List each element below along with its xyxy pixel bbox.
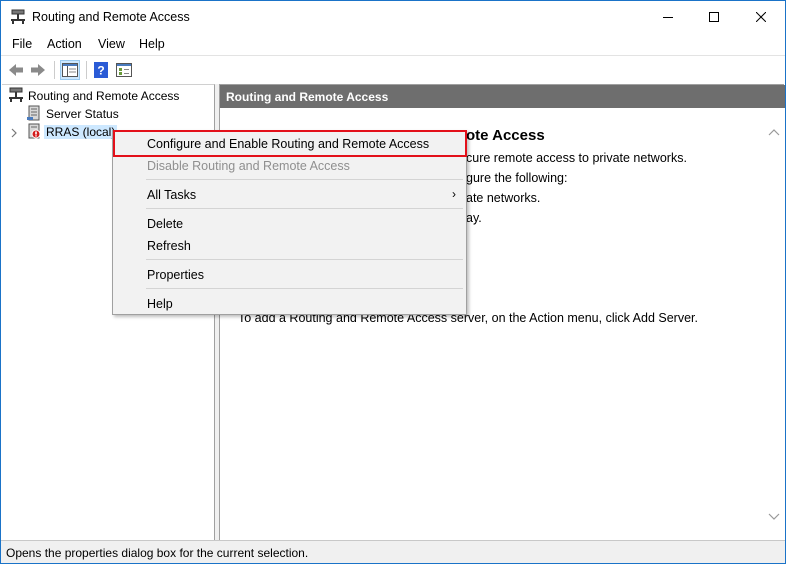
- properties-icon: [116, 63, 132, 77]
- rras-app-icon: [10, 9, 26, 25]
- show-hide-tree-button[interactable]: [60, 60, 80, 80]
- scroll-up-icon[interactable]: [768, 125, 780, 139]
- menu-item-all-tasks[interactable]: All Tasks ›: [113, 185, 466, 205]
- window-title: Routing and Remote Access: [32, 10, 190, 24]
- close-icon: [756, 12, 766, 22]
- back-arrow-icon: [9, 64, 23, 76]
- highlight-box: [113, 130, 467, 157]
- forward-arrow-icon: [31, 64, 45, 76]
- tree-root[interactable]: Routing and Remote Access: [8, 87, 179, 105]
- forward-button[interactable]: [28, 60, 48, 80]
- menu-file[interactable]: File: [12, 37, 32, 51]
- menu-separator: [146, 208, 463, 209]
- menu-item-label: All Tasks: [147, 188, 197, 202]
- menu-item-help[interactable]: Help: [113, 294, 466, 314]
- tree-item-label: RRAS (local): [44, 125, 118, 139]
- context-menu: Configure and Enable Routing and Remote …: [112, 130, 467, 315]
- maximize-icon: [709, 12, 719, 22]
- server-status-icon: [26, 105, 42, 124]
- menu-action[interactable]: Action: [47, 37, 82, 51]
- back-button[interactable]: [6, 60, 26, 80]
- properties-button[interactable]: [114, 60, 134, 80]
- menu-item-refresh[interactable]: Refresh: [113, 236, 466, 256]
- toolbar-separator: [86, 61, 87, 79]
- menu-view[interactable]: View: [98, 37, 125, 51]
- content-line: cure remote access to private networks.: [466, 151, 687, 165]
- tree-item-server-status[interactable]: Server Status: [26, 105, 119, 123]
- help-button[interactable]: ?: [91, 60, 111, 80]
- submenu-arrow-icon: ›: [452, 187, 456, 201]
- help-icon: ?: [94, 62, 108, 78]
- menu-separator: [146, 288, 463, 289]
- menu-item-properties[interactable]: Properties: [113, 265, 466, 285]
- menu-separator: [146, 259, 463, 260]
- details-header: Routing and Remote Access: [220, 85, 785, 108]
- rras-server-icon: [26, 123, 42, 142]
- content-line: ay.: [466, 211, 482, 225]
- close-button[interactable]: [738, 1, 784, 33]
- maximize-button[interactable]: [691, 1, 737, 33]
- status-text: Opens the properties dialog box for the …: [6, 546, 309, 560]
- tree-item-rras-local[interactable]: RRAS (local): [26, 123, 118, 142]
- toolbar-separator: [54, 61, 55, 79]
- content-line: gure the following:: [466, 171, 568, 185]
- menu-item-disable: Disable Routing and Remote Access: [147, 159, 350, 173]
- scroll-down-icon[interactable]: [768, 510, 780, 524]
- minimize-icon: [663, 17, 673, 18]
- tree-root-label: Routing and Remote Access: [28, 89, 180, 103]
- menu-help[interactable]: Help: [139, 37, 165, 51]
- tree-item-label: Server Status: [46, 107, 119, 121]
- status-bar: Opens the properties dialog box for the …: [1, 540, 785, 563]
- menu-item-delete[interactable]: Delete: [113, 214, 466, 234]
- toolbar: ?: [1, 55, 785, 83]
- menu-separator: [146, 179, 463, 180]
- title-bar: Routing and Remote Access: [1, 1, 785, 33]
- show-hide-tree-icon: [62, 63, 78, 77]
- content-line: ate networks.: [466, 191, 541, 205]
- welcome-heading: ote Access: [466, 127, 545, 144]
- rras-root-icon: [8, 87, 24, 106]
- menu-bar: File Action View Help: [1, 33, 785, 55]
- minimize-button[interactable]: [645, 1, 691, 33]
- svg-text:?: ?: [97, 64, 104, 78]
- chevron-right-icon[interactable]: [9, 127, 19, 138]
- app-window: Routing and Remote Access File Action Vi…: [0, 0, 786, 564]
